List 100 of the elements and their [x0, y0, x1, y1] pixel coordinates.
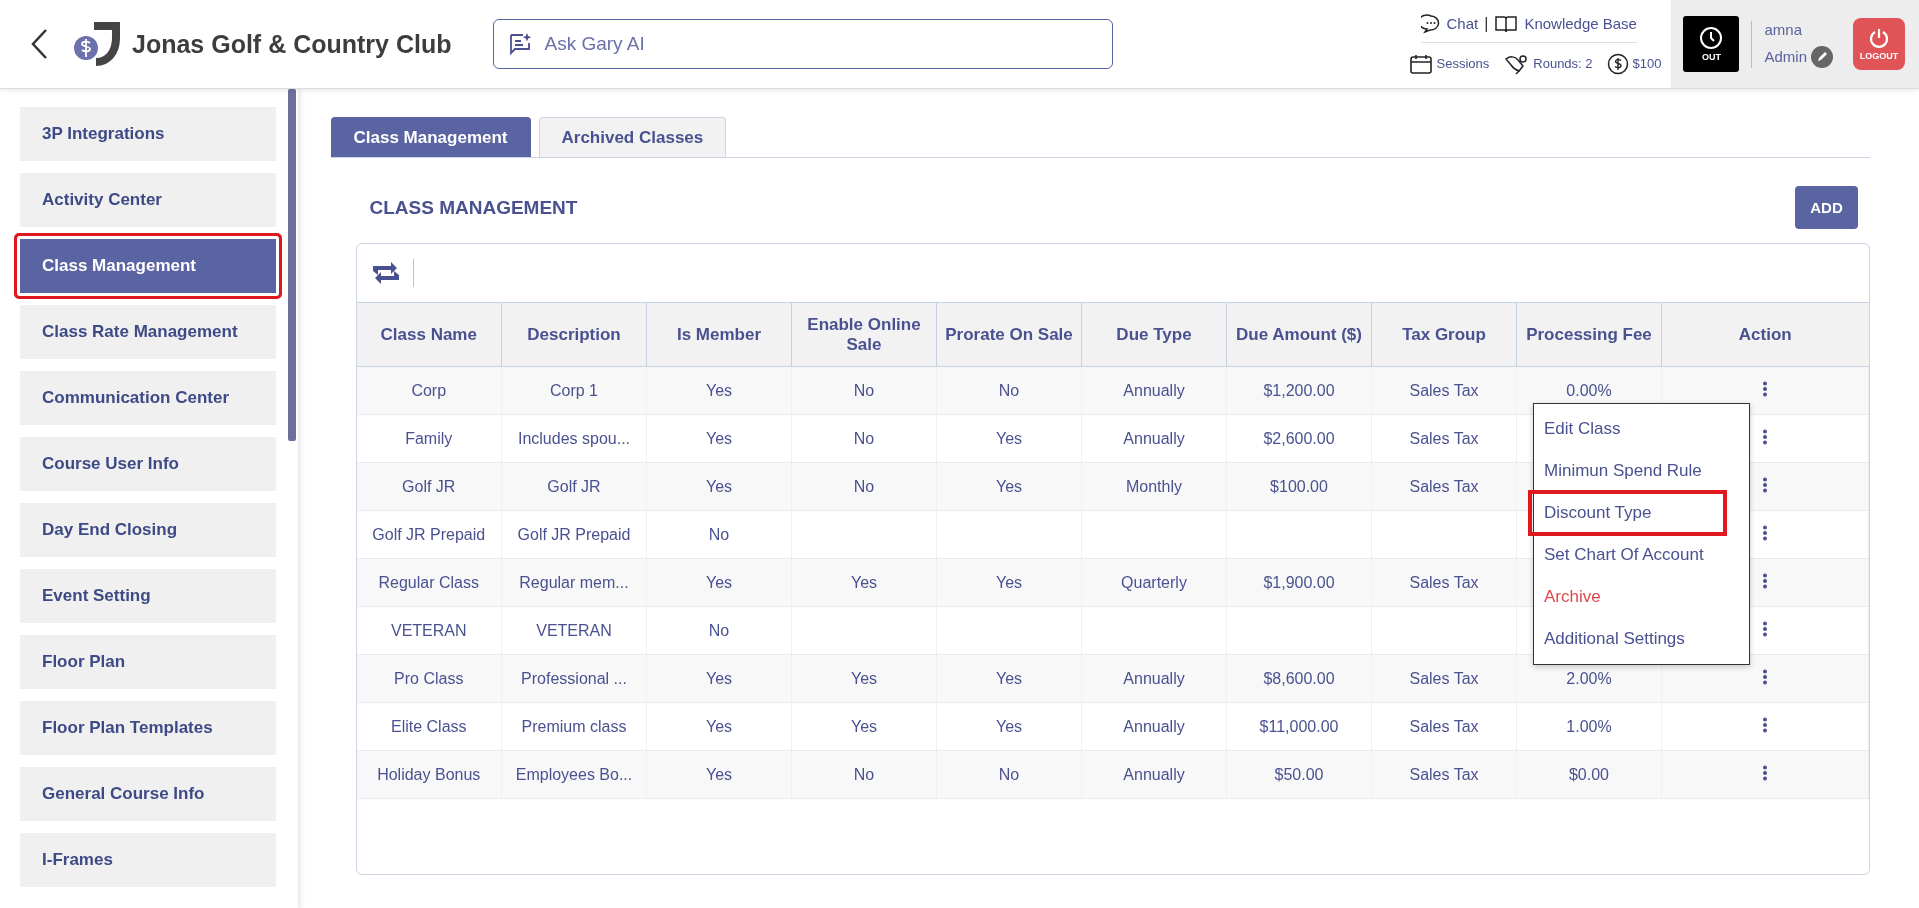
table-cell: $1,200.00	[1263, 381, 1335, 399]
menu-item[interactable]: Additional Settings	[1534, 618, 1695, 660]
sidebar-item[interactable]: Class Management	[14, 233, 282, 299]
scrollbar[interactable]	[287, 89, 296, 441]
more-icon[interactable]	[1761, 572, 1769, 591]
sidebar-item[interactable]: Floor Plan Templates	[14, 695, 282, 761]
table-cell: Golf JR Prepaid	[372, 525, 486, 543]
more-icon[interactable]	[1761, 668, 1769, 687]
table-cell: Quarterly	[1121, 573, 1187, 591]
more-icon[interactable]	[1761, 764, 1769, 783]
more-icon[interactable]	[1761, 428, 1769, 447]
more-icon[interactable]	[1761, 716, 1769, 735]
table-cell: Yes	[705, 429, 733, 447]
table-cell: Sales Tax	[1409, 717, 1479, 735]
add-button[interactable]: ADD	[1795, 186, 1858, 229]
dollar-icon	[1606, 52, 1629, 75]
clock-out-button[interactable]: OUT	[1683, 16, 1740, 72]
table-cell: VETERAN	[536, 621, 612, 639]
column-header: Description	[501, 302, 647, 367]
header-link[interactable]: Knowledge Base	[1524, 15, 1637, 32]
column-header: Enable Online Sale	[791, 302, 937, 367]
table-cell: No	[853, 429, 875, 447]
menu-item[interactable]: Discount Type	[1530, 492, 1725, 534]
more-icon[interactable]	[1761, 476, 1769, 495]
sidebar-item[interactable]: Class Rate Management	[14, 299, 282, 365]
sidebar-item[interactable]: Course User Info	[14, 431, 282, 497]
table-cell: Regular Class	[378, 573, 479, 591]
table-cell: Family	[405, 429, 453, 447]
table-cell: Sales Tax	[1409, 765, 1479, 783]
more-icon[interactable]	[1761, 524, 1769, 543]
table-cell: Annually	[1123, 717, 1185, 735]
sidebar-item[interactable]: Floor Plan	[14, 629, 282, 695]
power-icon	[1868, 27, 1890, 49]
table-cell: Yes	[705, 717, 733, 735]
book-icon	[1494, 13, 1519, 34]
table-cell: Sales Tax	[1409, 573, 1479, 591]
sidebar-item[interactable]: Activity Center	[14, 167, 282, 233]
table-cell: VETERAN	[390, 621, 467, 639]
table-cell: Sales Tax	[1409, 669, 1479, 687]
table-cell: Holiday Bonus	[377, 765, 481, 783]
table-cell: $50.00	[1274, 765, 1324, 783]
sidebar-item[interactable]: Communication Center	[14, 365, 282, 431]
table-cell: Annually	[1123, 429, 1185, 447]
logout-button[interactable]: LOGOUT	[1853, 18, 1905, 70]
table-cell: $1,900.00	[1263, 573, 1335, 591]
sidebar-item[interactable]: Event Setting	[14, 563, 282, 629]
table-cell: Elite Class	[390, 717, 467, 735]
table-cell: Golf JR	[402, 477, 456, 495]
column-header: Is Member	[646, 302, 792, 367]
menu-item[interactable]: Edit Class	[1534, 408, 1631, 450]
table-cell: $11,000.00	[1259, 717, 1339, 735]
search-field[interactable]: Ask Gary AI	[493, 19, 1114, 69]
table-cell: No	[998, 381, 1020, 399]
column-header: Processing Fee	[1516, 302, 1662, 367]
table-cell: Annually	[1123, 765, 1185, 783]
table-cell: Yes	[705, 765, 733, 783]
header-link[interactable]: Chat	[1446, 15, 1479, 32]
more-icon[interactable]	[1761, 380, 1769, 399]
table-cell: Sales Tax	[1409, 381, 1479, 399]
table-cell: $100.00	[1270, 477, 1328, 495]
table-cell: Professional ...	[521, 669, 627, 687]
table-cell: $2,600.00	[1263, 429, 1335, 447]
section-title: CLASS MANAGEMENT	[369, 196, 578, 219]
menu-item[interactable]: Minimun Spend Rule	[1534, 450, 1712, 492]
table-cell: Yes	[705, 573, 733, 591]
stat-label: Sessions	[1436, 56, 1490, 71]
table-cell: 0.00%	[1566, 381, 1612, 399]
tab[interactable]: Archived Classes	[538, 117, 727, 157]
table-cell: Corp 1	[550, 381, 598, 399]
sidebar-item[interactable]: I-Frames	[14, 827, 282, 893]
table-cell: $0.00	[1568, 765, 1609, 783]
menu-item[interactable]: Archive	[1534, 576, 1611, 618]
link-divider: |	[1484, 14, 1489, 33]
calendar-icon	[1408, 52, 1433, 75]
sidebar-item[interactable]: 3P Integrations	[14, 101, 282, 167]
tab[interactable]: Class Management	[330, 117, 531, 157]
edit-icon[interactable]	[1811, 45, 1833, 68]
user-name: amna	[1764, 20, 1803, 38]
column-header: Prorate On Sale	[936, 302, 1082, 367]
sidebar-item[interactable]: General Course Info	[14, 761, 282, 827]
refresh-icon[interactable]	[370, 261, 401, 285]
table-cell: Yes	[850, 669, 878, 687]
table-cell: Yes	[995, 477, 1023, 495]
table-cell: Premium class	[521, 717, 627, 735]
table-cell: Yes	[705, 477, 733, 495]
menu-item[interactable]: Set Chart Of Account	[1534, 534, 1714, 576]
sidebar-item[interactable]: Day End Closing	[14, 497, 282, 563]
table-cell: Yes	[995, 429, 1023, 447]
table-cell: Sales Tax	[1409, 477, 1479, 495]
table-cell: No	[708, 525, 730, 543]
chat-icon	[1420, 13, 1441, 34]
table-cell: Corp	[411, 381, 447, 399]
table-cell: Yes	[705, 669, 733, 687]
table-cell: No	[708, 621, 730, 639]
column-header: Action	[1661, 302, 1869, 367]
table-cell: Yes	[995, 717, 1023, 735]
more-icon[interactable]	[1761, 620, 1769, 639]
table-cell: $8,600.00	[1263, 669, 1335, 687]
user-role: Admin	[1764, 48, 1807, 65]
table-cell: Monthly	[1126, 477, 1182, 495]
